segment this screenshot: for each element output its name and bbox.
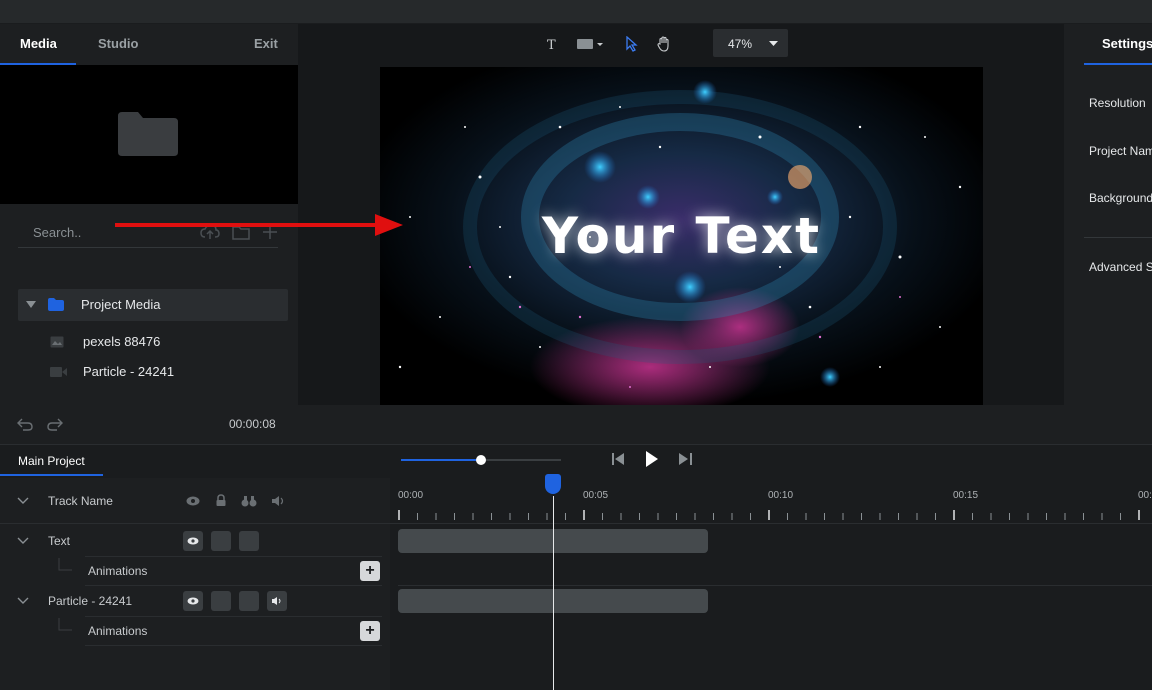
tab-media[interactable]: Media: [20, 36, 57, 51]
divider: [0, 523, 1152, 524]
solo-toggle[interactable]: [239, 531, 259, 551]
folder-icon: [48, 298, 64, 311]
caret-down-icon[interactable]: [26, 301, 36, 309]
skip-back-icon[interactable]: [612, 453, 626, 465]
eye-icon: [187, 537, 199, 545]
zoom-slider-fill: [401, 459, 481, 461]
tree-item-particle[interactable]: Particle - 24241: [50, 362, 290, 384]
title-strip: [0, 0, 1152, 24]
timeline-ruler[interactable]: [398, 508, 1152, 522]
playhead-handle[interactable]: [545, 474, 561, 494]
add-animation-button[interactable]: +: [360, 561, 380, 581]
search-input[interactable]: Search..: [33, 225, 81, 240]
tree-folder-project-media[interactable]: Project Media: [18, 289, 288, 321]
tree-item-label: pexels 88476: [83, 334, 161, 349]
tab-underline: [1084, 63, 1152, 65]
tab-main-project[interactable]: Main Project: [18, 454, 85, 468]
tree-item-pexels[interactable]: pexels 88476: [50, 332, 290, 354]
eye-icon: [187, 597, 199, 605]
skip-forward-icon[interactable]: [679, 453, 693, 465]
video-canvas[interactable]: Your Text: [380, 67, 983, 405]
undo-icon[interactable]: [17, 417, 33, 431]
add-animation-button[interactable]: +: [360, 621, 380, 641]
animations-label: Animations: [88, 564, 148, 578]
lock-toggle[interactable]: [211, 591, 231, 611]
zoom-select[interactable]: 47%: [713, 29, 788, 57]
eye-icon[interactable]: [186, 496, 200, 506]
divider: [1084, 237, 1152, 238]
ruler-label: 00:05: [583, 490, 609, 501]
folder-icon: [118, 112, 178, 156]
advanced-settings-toggle[interactable]: Advanced S: [1089, 260, 1152, 274]
image-icon: [50, 336, 64, 348]
animations-label: Animations: [88, 624, 148, 638]
lock-toggle[interactable]: [211, 531, 231, 551]
svg-text:T: T: [547, 38, 556, 51]
exit-button[interactable]: Exit: [254, 36, 278, 51]
redo-icon[interactable]: [47, 417, 63, 431]
resolution-label: Resolution: [1089, 96, 1146, 110]
mute-toggle[interactable]: [267, 591, 287, 611]
ruler-label: 00:15: [953, 490, 979, 501]
volume-icon: [272, 597, 281, 605]
project-name-label: Project Nam: [1089, 144, 1152, 158]
tab-underline: [0, 474, 103, 476]
track-name-text: Text: [48, 534, 71, 548]
binoculars-icon[interactable]: [241, 495, 257, 507]
tree-connector-icon: [58, 618, 72, 631]
caret-down-icon: [769, 41, 778, 46]
video-icon: [50, 367, 67, 377]
history-bar: 00:00:08: [0, 405, 1152, 445]
track-headers: [0, 478, 390, 690]
visibility-toggle[interactable]: [183, 531, 203, 551]
tab-settings[interactable]: Settings: [1102, 36, 1152, 51]
media-thumbnail-area: [0, 65, 298, 204]
tree-item-label: Particle - 24241: [83, 364, 175, 379]
timeline-panel: Main Project Track Name Text Animations …: [0, 446, 1152, 690]
divider: [398, 585, 1152, 586]
background-label: Background: [1089, 191, 1152, 205]
annotation-arrow-icon: [115, 214, 403, 236]
ruler-label: 00:10: [768, 490, 794, 501]
solo-toggle[interactable]: [239, 591, 259, 611]
playhead-line: [553, 496, 554, 690]
shape-tool-icon[interactable]: [577, 37, 607, 51]
volume-icon[interactable]: [271, 495, 285, 507]
tab-studio[interactable]: Studio: [98, 36, 138, 51]
zoom-value: 47%: [728, 37, 753, 51]
settings-panel: Settings Resolution Project Nam Backgrou…: [1064, 24, 1152, 405]
canvas-text-overlay[interactable]: Your Text: [380, 207, 983, 265]
text-tool-icon[interactable]: T: [545, 37, 559, 51]
pointer-tool-icon[interactable]: [625, 36, 639, 52]
chevron-down-icon[interactable]: [17, 597, 29, 604]
chevron-down-icon[interactable]: [17, 537, 29, 544]
hand-tool-icon[interactable]: [657, 36, 671, 52]
divider: [85, 616, 382, 617]
lock-icon[interactable]: [215, 494, 227, 507]
track-name-header: Track Name: [48, 494, 113, 508]
visibility-toggle[interactable]: [183, 591, 203, 611]
divider: [85, 645, 382, 646]
current-time: 00:00:08: [229, 417, 276, 431]
divider: [85, 556, 382, 557]
canvas-toolbar: T: [545, 36, 671, 52]
tree-folder-label: Project Media: [81, 297, 161, 312]
play-icon[interactable]: [645, 451, 659, 467]
ruler-label: 00:: [1138, 490, 1152, 501]
tree-connector-icon: [58, 558, 72, 571]
chevron-down-icon[interactable]: [17, 497, 29, 504]
divider: [85, 585, 382, 586]
track-name-particle: Particle - 24241: [48, 594, 133, 608]
ruler-label: 00:00: [398, 490, 424, 501]
zoom-slider-handle[interactable]: [476, 455, 486, 465]
